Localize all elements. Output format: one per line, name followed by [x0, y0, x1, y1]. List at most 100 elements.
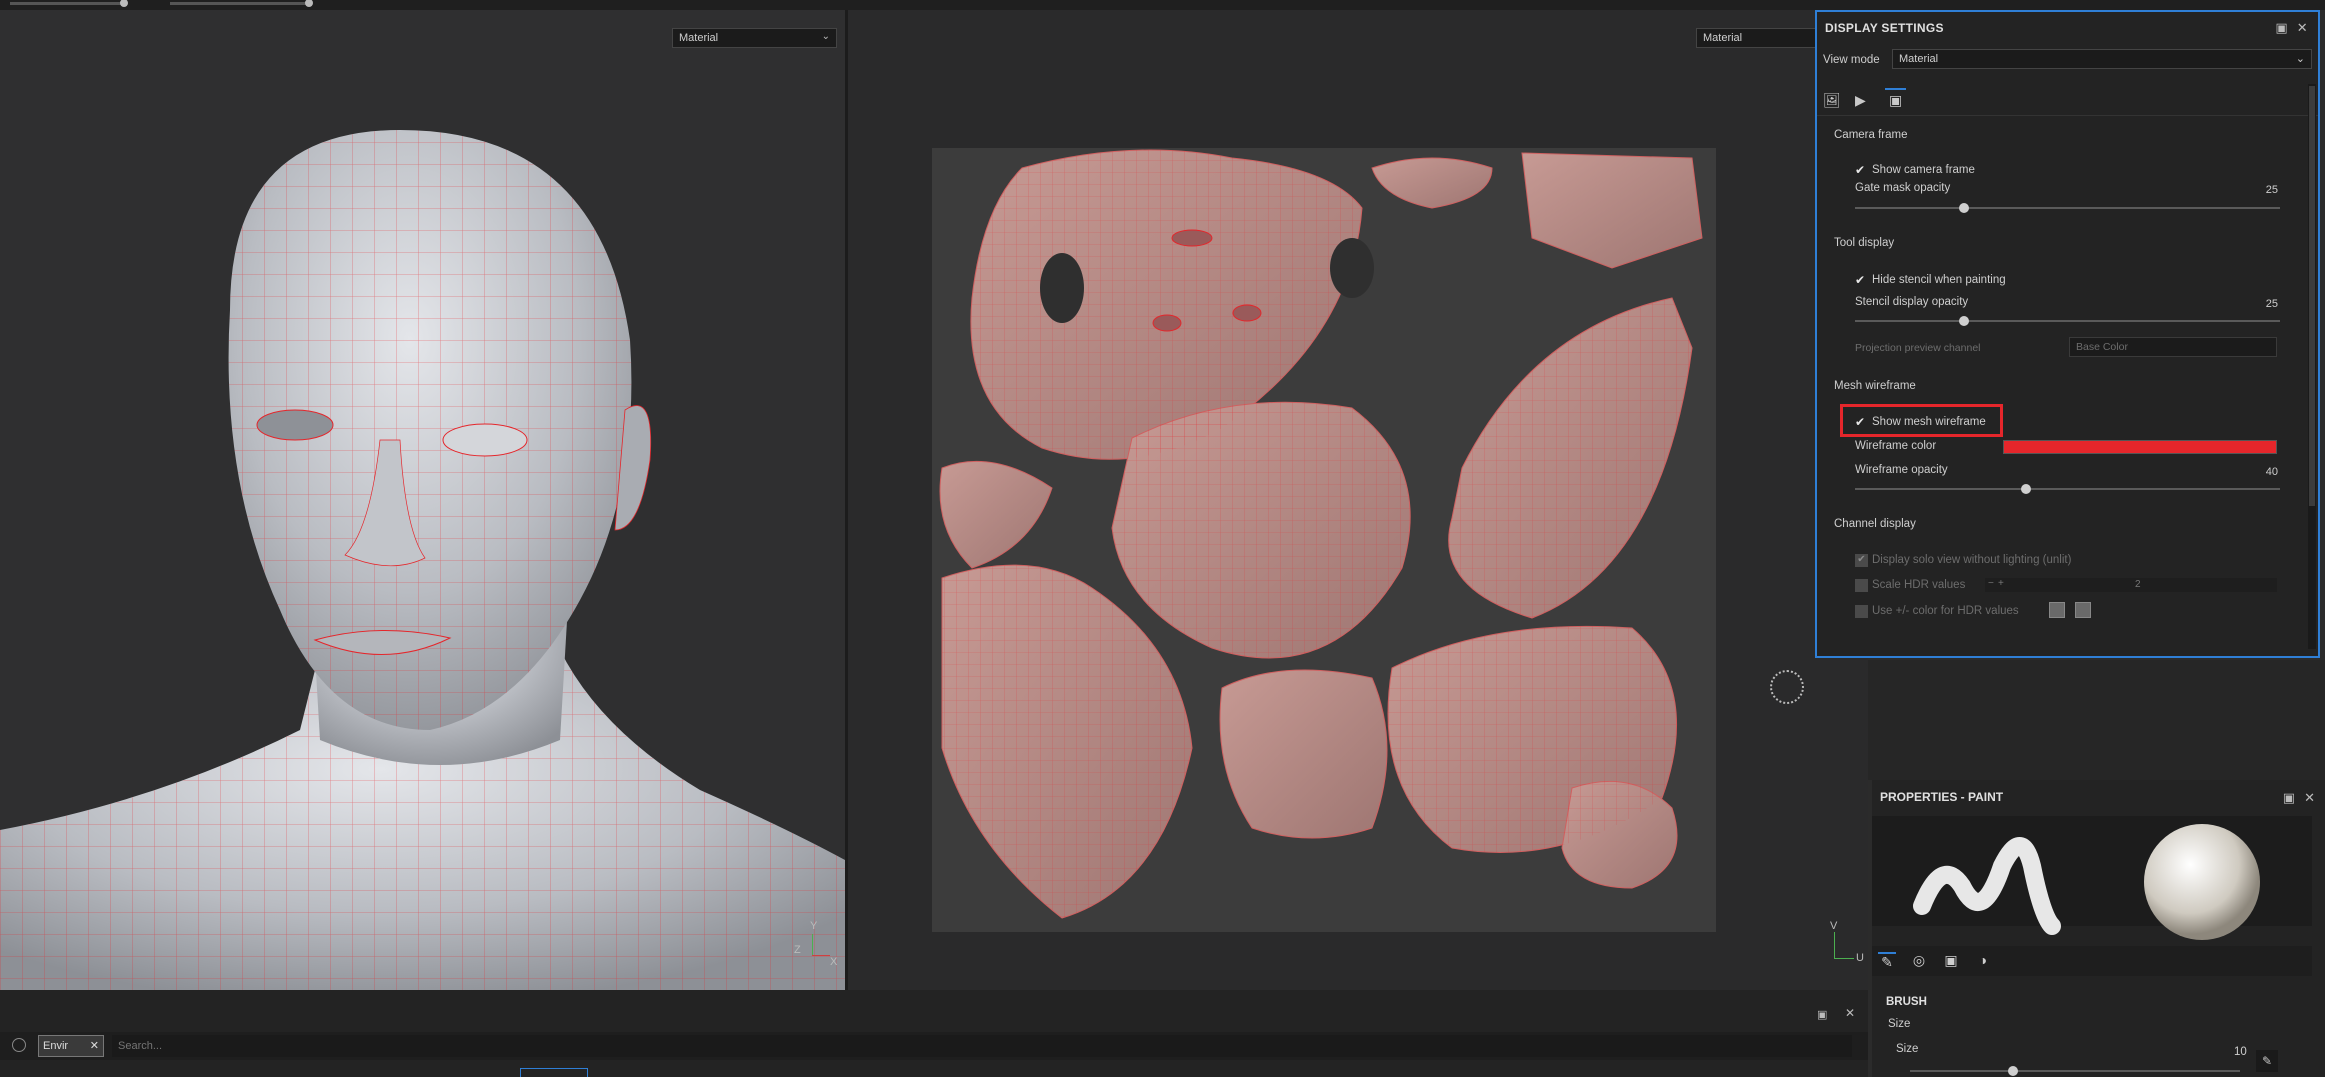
scale-hdr-label: Scale HDR values: [1872, 579, 1966, 591]
gate-mask-opacity-slider[interactable]: [1855, 203, 2280, 213]
scale-hdr-checkbox[interactable]: [1855, 579, 1868, 592]
use-color-hdr-label: Use +/- color for HDR values: [1872, 605, 2019, 617]
pen-pressure-icon[interactable]: ✎: [2256, 1050, 2278, 1072]
gate-mask-opacity-label: Gate mask opacity: [1855, 182, 1951, 194]
axis-v-label: V: [1830, 920, 1838, 932]
wireframe-color-label: Wireframe color: [1855, 440, 1937, 452]
alpha-tab-icon[interactable]: ◎: [1910, 952, 1928, 970]
plus-icon[interactable]: +: [1998, 578, 2004, 589]
axis-x-line: [812, 955, 830, 956]
projection-channel-select[interactable]: Base Color: [2069, 337, 2277, 357]
toolbar-slider-1[interactable]: [10, 0, 128, 7]
hide-stencil-label: Hide stencil when painting: [1872, 274, 2006, 286]
env-tab-label: Envir: [43, 1040, 69, 1052]
axis-gizmo-3d: Y Z X: [790, 920, 840, 970]
frame-tab-icon[interactable]: ▣: [1885, 88, 1907, 111]
properties-paint-title: PROPERTIES - PAINT: [1880, 790, 2004, 804]
gate-mask-opacity-knob[interactable]: [1958, 203, 1969, 213]
display-settings-panel: DISPLAY SETTINGS ▣ ✕ View mode Material …: [1815, 10, 2320, 658]
uv-islands: [939, 149, 1703, 919]
app-window: Material ⌄ Y Z X Material V U DISPLAY SE…: [0, 0, 2325, 1077]
close-icon[interactable]: ✕: [2304, 790, 2315, 806]
hide-stencil-checkbox[interactable]: ✔: [1855, 274, 1868, 287]
stencil-opacity-value[interactable]: 25: [2266, 298, 2278, 310]
stencil-opacity-label: Stencil display opacity: [1855, 296, 1969, 308]
show-camera-frame-checkbox[interactable]: ✔: [1855, 164, 1868, 177]
toolbar-slider-2[interactable]: [170, 0, 313, 7]
properties-tabs: ✎ ◎ ▣ ◑: [1872, 946, 2312, 976]
properties-paint-panel: PROPERTIES - PAINT ▣ ✕ ✎ ◎ ▣ ◑ BRUSH Siz…: [1872, 780, 2325, 1077]
hdr-negative-color-swatch[interactable]: [2075, 602, 2091, 618]
shelf-close-icon[interactable]: ✕: [1845, 1006, 1855, 1020]
top-toolbar: [0, 0, 2325, 10]
undock-icon[interactable]: ▣: [2275, 20, 2288, 36]
chevron-down-icon: ⌄: [821, 31, 830, 42]
viewport-3d-mode-select[interactable]: Material ⌄: [672, 28, 837, 48]
hdr-positive-color-swatch[interactable]: [2049, 602, 2065, 618]
viewport-2d[interactable]: Material V U: [848, 10, 1868, 990]
use-color-hdr-checkbox[interactable]: [1855, 605, 1868, 618]
viewport-3d[interactable]: Material ⌄ Y Z X: [0, 10, 845, 990]
undock-icon[interactable]: ▣: [2283, 790, 2295, 806]
size-slider[interactable]: [1910, 1066, 2240, 1076]
shelf-undock-icon[interactable]: ▣: [1817, 1008, 1827, 1021]
wireframe-opacity-slider[interactable]: [1855, 484, 2280, 494]
view-mode-label: View mode: [1823, 54, 1880, 66]
scale-hdr-value: 2: [2135, 579, 2141, 590]
properties-paint-header: PROPERTIES - PAINT ▣ ✕: [1872, 780, 2325, 814]
image-tab-icon[interactable]: 🖼: [1823, 92, 1841, 109]
view-mode-value: Material: [1899, 53, 1939, 65]
wireframe-color-swatch[interactable]: [2003, 440, 2277, 454]
axis-u-line: [1834, 958, 1854, 959]
tool-display-section-title: Tool display: [1834, 237, 1895, 249]
shelf-item-selected[interactable]: [520, 1068, 588, 1077]
axis-gizmo-2d: V U: [1828, 920, 1868, 970]
toolbar-slider-1-knob[interactable]: [120, 0, 128, 7]
size-value[interactable]: 10: [2234, 1046, 2247, 1058]
brush-section-title: BRUSH: [1886, 996, 1927, 1008]
viewport-3d-mode-value: Material: [679, 32, 719, 44]
brush-tab-icon[interactable]: ✎: [1878, 952, 1896, 970]
close-icon[interactable]: ✕: [2297, 20, 2308, 36]
size-group-label: Size: [1888, 1018, 1911, 1030]
shelf-filter-icon[interactable]: [12, 1038, 26, 1052]
projection-channel-label: Projection preview channel: [1855, 342, 1981, 354]
material-sphere-preview: [2144, 824, 2260, 940]
display-settings-header: DISPLAY SETTINGS ▣ ✕: [1817, 12, 2318, 44]
toolbar-slider-2-knob[interactable]: [305, 0, 313, 7]
display-tabs: 🖼 ▶ ▣: [1817, 84, 2318, 116]
wireframe-opacity-knob[interactable]: [2021, 484, 2031, 494]
camera-tab-icon[interactable]: ▶: [1855, 92, 1866, 109]
solo-unlit-label: Display solo view without lighting (unli…: [1872, 554, 2072, 566]
stencil-opacity-slider[interactable]: [1855, 316, 2280, 326]
scale-hdr-stepper[interactable]: − + 2: [1985, 578, 2277, 592]
uv-texture-canvas: [932, 148, 1716, 932]
solo-unlit-checkbox[interactable]: ✔: [1855, 554, 1868, 567]
display-settings-title: DISPLAY SETTINGS: [1825, 21, 1944, 35]
shelf-tab-environments[interactable]: Envir ✕: [38, 1035, 104, 1057]
chevron-down-icon: ⌄: [2295, 53, 2305, 65]
show-mesh-wireframe-label: Show mesh wireframe: [1872, 416, 1986, 428]
channel-display-section-title: Channel display: [1834, 518, 1916, 530]
stencil-opacity-knob[interactable]: [1958, 316, 1969, 326]
material-tab-icon[interactable]: ◑: [1974, 952, 1992, 970]
gate-mask-opacity-value[interactable]: 25: [2266, 184, 2278, 196]
brush-cursor-circle: [1770, 670, 1804, 704]
viewport-2d-mode-value: Material: [1703, 32, 1743, 44]
panel-scrollbar[interactable]: [2308, 84, 2316, 649]
minus-icon[interactable]: −: [1988, 578, 1994, 589]
brush-stroke-preview: [1913, 824, 2260, 940]
close-icon[interactable]: ✕: [90, 1039, 99, 1052]
view-mode-select[interactable]: Material ⌄: [1892, 49, 2312, 69]
stencil-tab-icon[interactable]: ▣: [1942, 952, 1960, 970]
wireframe-opacity-label: Wireframe opacity: [1855, 464, 1948, 476]
show-mesh-wireframe-checkbox[interactable]: ✔: [1855, 416, 1868, 429]
axis-u-label: U: [1856, 952, 1864, 964]
scrollbar-thumb[interactable]: [2309, 86, 2315, 506]
axis-v-line: [1834, 932, 1835, 958]
axis-y-line: [812, 934, 813, 956]
right-panel-gap: [1868, 660, 2325, 780]
wireframe-opacity-value[interactable]: 40: [2266, 466, 2278, 478]
shelf-search-input[interactable]: [112, 1035, 1852, 1057]
size-slider-knob[interactable]: [2008, 1066, 2018, 1076]
